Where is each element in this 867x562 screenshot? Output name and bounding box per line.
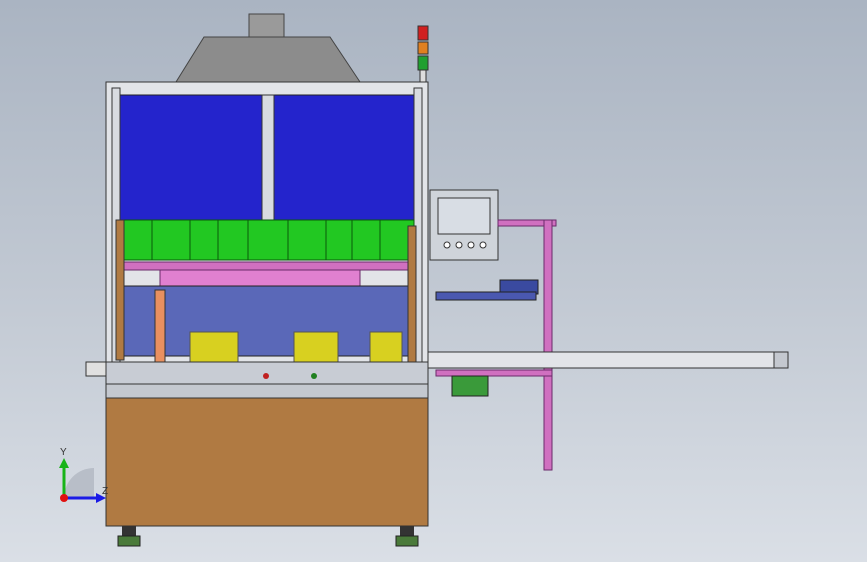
- stack-light-red: [417, 25, 429, 41]
- exhaust-pipe: [248, 13, 285, 39]
- origin-marker: [60, 494, 68, 502]
- hmi-panel: [429, 189, 499, 261]
- base-plate: [105, 361, 429, 385]
- conveyor-arm: [427, 351, 789, 369]
- machine-model: Y Z: [59, 13, 789, 547]
- stack-light-green: [417, 55, 429, 71]
- top-hood: [175, 36, 361, 83]
- cad-viewport[interactable]: Y Z: [0, 0, 867, 562]
- pink-rail: [123, 261, 415, 271]
- cabinet: [105, 383, 429, 527]
- y-axis-label: Y: [60, 447, 67, 458]
- z-axis-label: Z: [102, 486, 108, 497]
- green-parts-row: [123, 219, 415, 261]
- stack-light: [417, 25, 429, 83]
- stack-light-amber: [417, 41, 429, 55]
- coordinate-triad: Y Z: [59, 447, 108, 503]
